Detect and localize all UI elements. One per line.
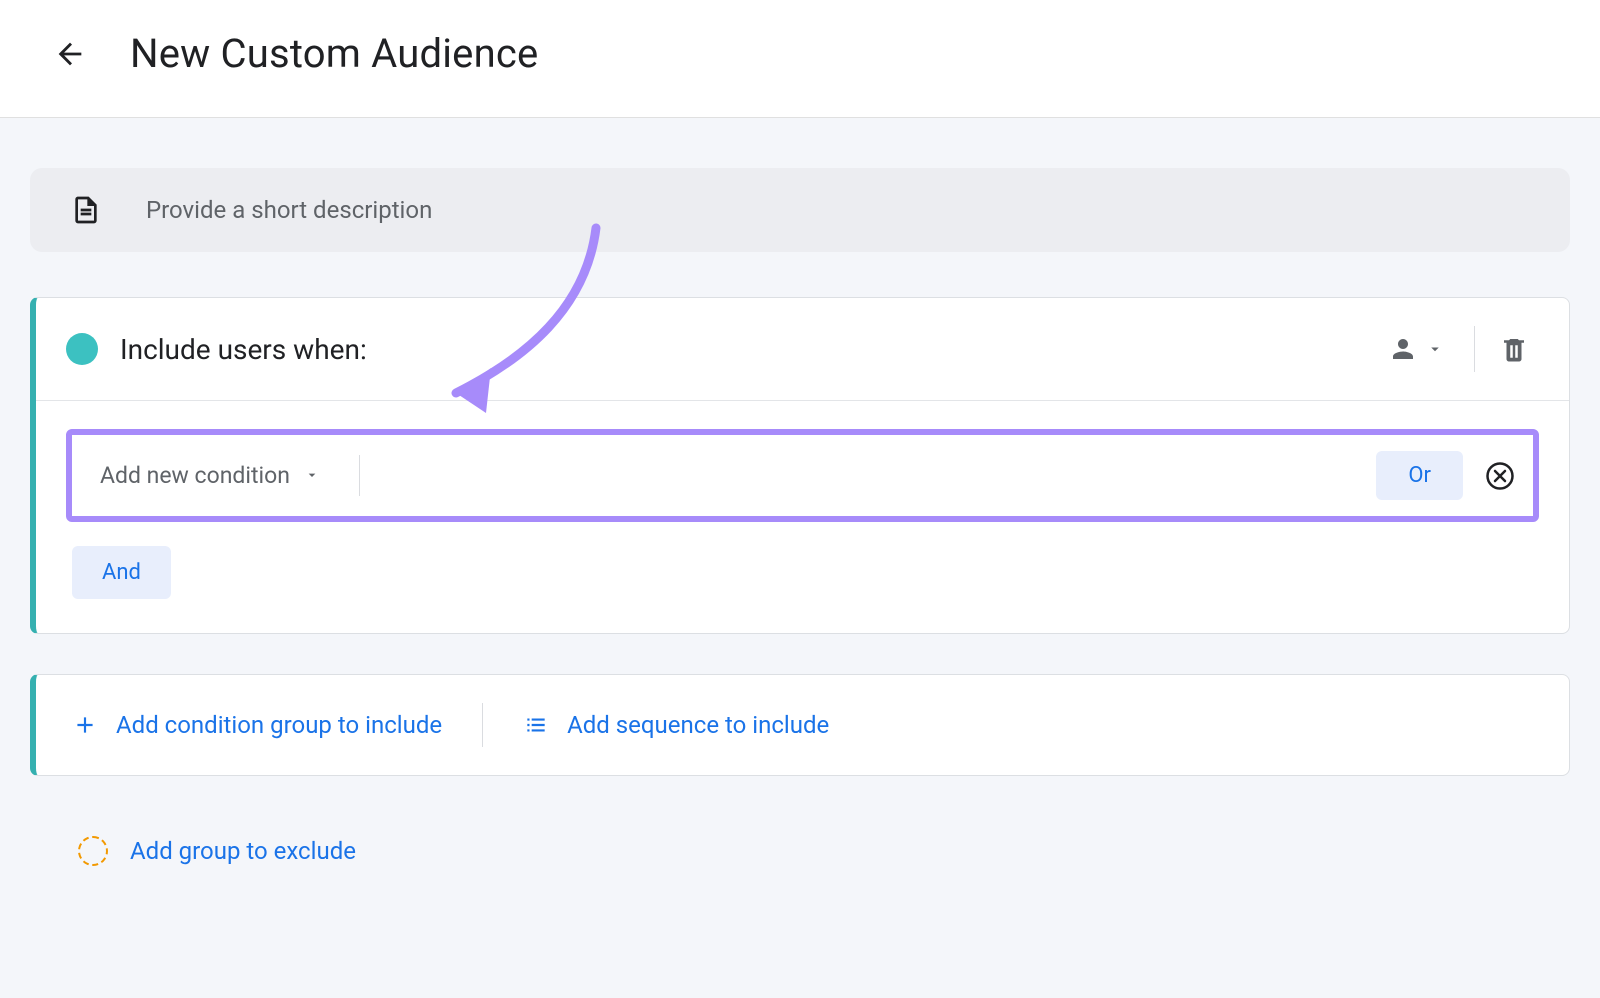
include-indicator-dot bbox=[66, 333, 98, 365]
close-circle-icon bbox=[1485, 461, 1515, 491]
dashed-circle-icon bbox=[78, 836, 108, 866]
remove-condition-button[interactable] bbox=[1485, 461, 1515, 491]
trash-icon bbox=[1499, 334, 1529, 364]
and-button[interactable]: And bbox=[72, 546, 171, 599]
add-condition-label: Add new condition bbox=[100, 461, 290, 491]
separator bbox=[482, 703, 483, 747]
document-icon bbox=[70, 194, 102, 226]
add-condition-group-label: Add condition group to include bbox=[116, 711, 442, 739]
separator bbox=[1474, 326, 1475, 372]
user-icon bbox=[1388, 334, 1418, 364]
page-header: New Custom Audience bbox=[0, 0, 1600, 118]
caret-down-icon bbox=[304, 467, 320, 483]
add-condition-dropdown[interactable]: Add new condition bbox=[90, 455, 360, 497]
sequence-icon bbox=[523, 712, 549, 738]
body-area: Provide a short description Include user… bbox=[0, 118, 1600, 998]
back-button[interactable] bbox=[50, 34, 90, 74]
include-title: Include users when: bbox=[120, 333, 367, 366]
description-card[interactable]: Provide a short description bbox=[30, 168, 1570, 252]
plus-icon bbox=[72, 712, 98, 738]
condition-scope-dropdown[interactable] bbox=[1382, 330, 1450, 368]
arrow-left-icon bbox=[53, 37, 87, 71]
or-button[interactable]: Or bbox=[1376, 451, 1463, 500]
condition-row: Add new condition Or bbox=[66, 429, 1539, 522]
include-card-header-right bbox=[1382, 326, 1529, 372]
add-sequence-label: Add sequence to include bbox=[567, 711, 829, 739]
add-include-actions-card: Add condition group to include Add seque… bbox=[30, 674, 1570, 776]
include-card-header-left: Include users when: bbox=[66, 333, 367, 366]
include-card-header: Include users when: bbox=[36, 298, 1569, 401]
include-condition-card: Include users when: bbox=[30, 297, 1570, 634]
delete-group-button[interactable] bbox=[1499, 334, 1529, 364]
add-sequence-button[interactable]: Add sequence to include bbox=[523, 711, 829, 739]
add-exclude-group-row: Add group to exclude bbox=[30, 836, 1570, 866]
description-placeholder: Provide a short description bbox=[146, 196, 432, 224]
page-title: New Custom Audience bbox=[130, 30, 538, 77]
caret-down-icon bbox=[1426, 340, 1444, 358]
add-condition-group-button[interactable]: Add condition group to include bbox=[72, 711, 442, 739]
add-exclude-group-button[interactable]: Add group to exclude bbox=[130, 837, 356, 865]
